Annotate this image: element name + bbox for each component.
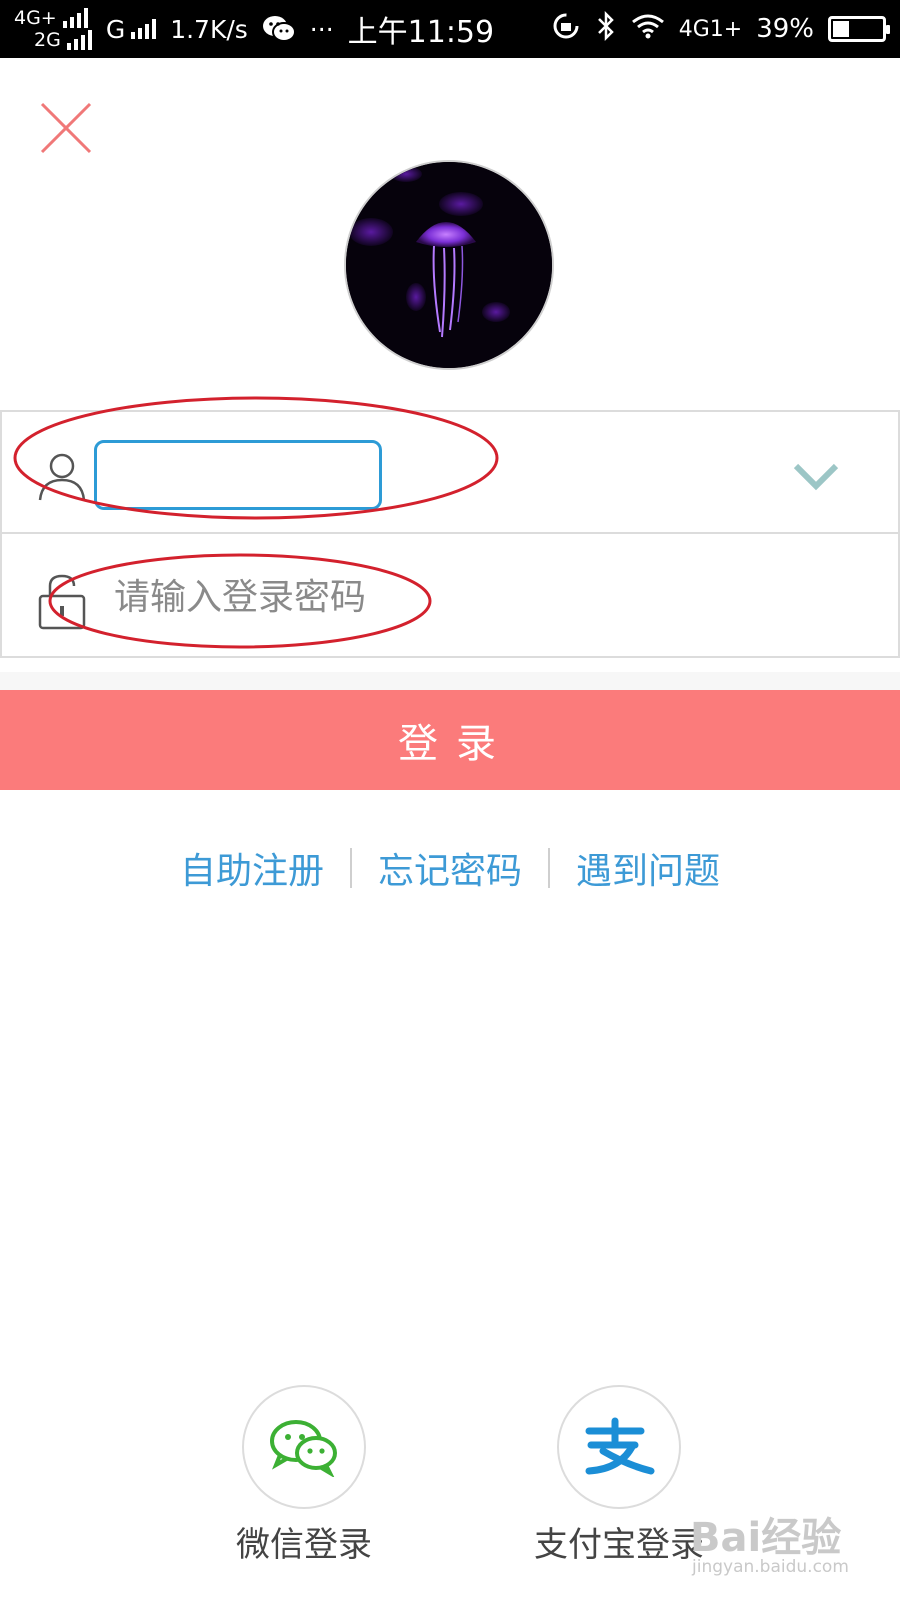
network-speed: 1.7K/s — [170, 14, 248, 44]
wechat-login[interactable]: 微信登录 — [236, 1385, 372, 1566]
username-row — [2, 412, 898, 534]
rotation-lock-icon — [551, 11, 581, 48]
problem-link[interactable]: 遇到问题 — [550, 842, 746, 894]
wifi-icon — [631, 13, 665, 46]
status-left: 4G+ 2G G 1.7K/s ··· 上午11:59 — [0, 7, 494, 51]
baidu-jingyan-watermark: Bai经验 jingyan.baidu.com — [690, 1505, 890, 1590]
login-form — [0, 410, 900, 658]
status-bar: 4G+ 2G G 1.7K/s ··· 上午11:59 4G1+ 39% — [0, 0, 900, 58]
wechat-icon — [270, 1420, 337, 1477]
battery-icon — [828, 16, 890, 42]
clock: 上午11:59 — [347, 15, 495, 50]
battery-percent: 39% — [756, 14, 814, 44]
avatar[interactable] — [344, 160, 554, 370]
watermark-url: jingyan.baidu.com — [692, 1557, 849, 1577]
bluetooth-icon — [595, 10, 617, 48]
password-row — [2, 534, 898, 656]
close-icon — [40, 102, 92, 154]
jellyfish-avatar-image — [346, 162, 552, 368]
signal-bars-icon — [62, 8, 88, 28]
watermark-brand: Bai经验 — [690, 1515, 842, 1561]
forgot-password-link[interactable]: 忘记密码 — [352, 842, 548, 894]
wechat-login-button[interactable] — [242, 1385, 366, 1509]
status-right: 4G1+ 39% — [551, 10, 900, 48]
network-indicators: 4G+ 2G — [14, 7, 92, 51]
register-link[interactable]: 自助注册 — [154, 842, 350, 894]
user-icon — [38, 453, 86, 501]
more-notifications: ··· — [309, 14, 334, 44]
signal-bars-icon — [131, 19, 157, 39]
divider-band — [0, 672, 900, 690]
network-label-3: G — [105, 14, 126, 44]
alipay-icon — [585, 1417, 655, 1475]
alipay-login-label[interactable]: 支付宝登录 — [534, 1517, 704, 1566]
alipay-login[interactable]: 支付宝登录 — [534, 1385, 704, 1566]
password-input[interactable] — [112, 562, 772, 632]
signal-bars-icon — [66, 30, 92, 50]
alipay-login-button[interactable] — [557, 1385, 681, 1509]
network-label-right: 4G1+ — [678, 16, 743, 42]
chevron-down-icon[interactable] — [788, 450, 844, 506]
login-button[interactable]: 登录 — [0, 690, 900, 790]
username-input[interactable] — [94, 440, 382, 510]
network-label-2: 2G — [34, 29, 61, 51]
close-button[interactable] — [38, 100, 94, 156]
wechat-login-label[interactable]: 微信登录 — [236, 1517, 372, 1566]
lock-icon — [38, 574, 86, 630]
help-links: 自助注册 忘记密码 遇到问题 — [0, 838, 900, 898]
wechat-notification-icon — [262, 14, 296, 44]
network-g: G — [105, 14, 157, 44]
network-label-1: 4G+ — [14, 7, 57, 29]
